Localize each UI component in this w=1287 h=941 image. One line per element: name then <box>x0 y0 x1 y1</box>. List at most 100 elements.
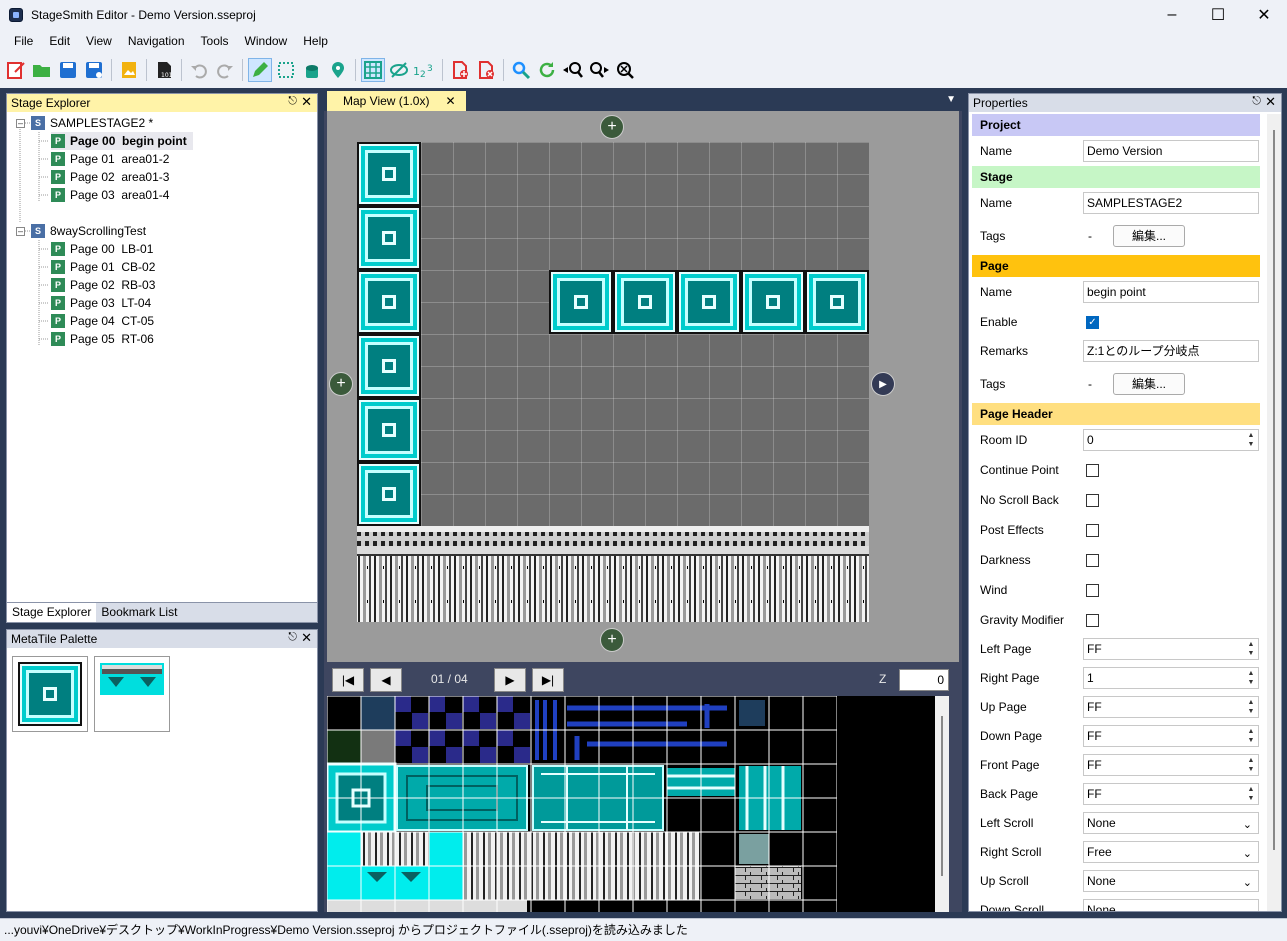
menu-window[interactable]: Window <box>237 30 296 52</box>
tree-page-item[interactable]: P Page 04 CT-05 <box>51 312 154 330</box>
refresh-icon[interactable] <box>535 58 559 82</box>
up-page-field[interactable]: FF ▲ ▼ <box>1083 696 1259 718</box>
properties-scrollbar[interactable] <box>1267 114 1281 911</box>
save-icon[interactable] <box>56 58 80 82</box>
open-folder-icon[interactable] <box>30 58 54 82</box>
no-scroll-back-checkbox[interactable] <box>1086 493 1099 507</box>
gravity-modifier-checkbox[interactable] <box>1086 613 1099 627</box>
goto-right-page-button[interactable]: ▶ <box>871 372 895 396</box>
menu-tools[interactable]: Tools <box>193 30 237 52</box>
close-icon[interactable]: ✕ <box>301 94 312 110</box>
front-page-field[interactable]: FF ▲ ▼ <box>1083 754 1259 776</box>
menu-file[interactable]: File <box>6 30 41 52</box>
tab-stage-explorer[interactable]: Stage Explorer <box>7 603 97 622</box>
spinner-icon[interactable]: ▲ ▼ <box>1245 640 1257 658</box>
grid-toggle-icon[interactable] <box>361 58 385 82</box>
prev-page-button[interactable]: ◀ <box>370 668 402 692</box>
metatile-conveyor[interactable] <box>94 656 170 732</box>
pin-icon[interactable]: ⎋ <box>1252 95 1261 108</box>
close-icon[interactable]: ✕ <box>1265 94 1276 110</box>
spinner-icon[interactable]: ▲ ▼ <box>1245 698 1257 716</box>
spinner-icon[interactable]: ▲ ▼ <box>1245 756 1257 774</box>
continue-point-checkbox[interactable] <box>1086 463 1099 477</box>
tab-bookmark-list[interactable]: Bookmark List <box>96 603 182 622</box>
add-page-up-button[interactable]: + <box>600 115 624 139</box>
tree-page-item[interactable]: P Page 03 area01-4 <box>51 186 169 204</box>
map-tile[interactable] <box>805 270 869 334</box>
redo-icon[interactable] <box>213 58 237 82</box>
spinner-icon[interactable]: ▲ ▼ <box>1245 785 1257 803</box>
export-binary-icon[interactable]: 101 <box>152 58 176 82</box>
add-page-down-button[interactable]: + <box>600 628 624 652</box>
zoom-in-icon[interactable] <box>587 58 611 82</box>
fill-bucket-icon[interactable] <box>300 58 324 82</box>
remove-page-icon[interactable] <box>474 58 498 82</box>
add-page-left-button[interactable]: + <box>329 372 353 396</box>
z-input[interactable]: 0 <box>899 669 949 691</box>
menu-view[interactable]: View <box>78 30 120 52</box>
add-page-icon[interactable] <box>448 58 472 82</box>
room-id-field[interactable]: 0 ▲ ▼ <box>1083 429 1259 451</box>
pin-icon[interactable]: ⎋ <box>288 631 297 644</box>
zoom-out-icon[interactable] <box>561 58 585 82</box>
map-tile[interactable] <box>741 270 805 334</box>
remarks-field[interactable]: Z:1とのループ分岐点 <box>1083 340 1259 362</box>
export-image-icon[interactable] <box>117 58 141 82</box>
left-scroll-select[interactable]: None ⌄ <box>1083 812 1259 834</box>
maximize-button[interactable]: ☐ <box>1195 0 1241 30</box>
collapse-toggle[interactable]: – <box>16 119 25 128</box>
tree-page-item[interactable]: P Page 01 CB-02 <box>51 258 155 276</box>
spinner-icon[interactable]: ▲ ▼ <box>1245 727 1257 745</box>
close-window-button[interactable]: ✕ <box>1241 0 1287 30</box>
select-rect-icon[interactable] <box>274 58 298 82</box>
last-page-button[interactable]: ▶| <box>532 668 564 692</box>
spinner-icon[interactable]: ▲ ▼ <box>1245 669 1257 687</box>
map-tile[interactable] <box>357 462 421 526</box>
pin-icon[interactable]: ⎋ <box>288 95 297 108</box>
metatile-block[interactable] <box>12 656 88 732</box>
enable-checkbox[interactable]: ✓ <box>1086 315 1099 329</box>
menu-navigation[interactable]: Navigation <box>120 30 193 52</box>
post-effects-checkbox[interactable] <box>1086 523 1099 537</box>
close-icon[interactable]: ✕ <box>301 630 312 646</box>
left-page-field[interactable]: FF ▲ ▼ <box>1083 638 1259 660</box>
map-tile[interactable] <box>613 270 677 334</box>
down-scroll-select[interactable]: None ⌄ <box>1083 899 1259 911</box>
tilesheet-scrollbar[interactable] <box>935 696 949 912</box>
scrollbar-thumb[interactable] <box>1273 130 1275 850</box>
location-pin-icon[interactable] <box>326 58 350 82</box>
category-page-header[interactable]: Page Header <box>972 403 1260 425</box>
undo-icon[interactable] <box>187 58 211 82</box>
map-tile[interactable] <box>549 270 613 334</box>
project-name-field[interactable]: Demo Version <box>1083 140 1259 162</box>
tree-page-item[interactable]: P Page 05 RT-06 <box>51 330 154 348</box>
map-tile[interactable] <box>357 206 421 270</box>
tree-stage-item[interactable]: S 8wayScrollingTest <box>31 222 146 240</box>
next-page-button[interactable]: ▶ <box>494 668 526 692</box>
search-icon[interactable] <box>509 58 533 82</box>
menu-help[interactable]: Help <box>295 30 336 52</box>
tile-sheet[interactable] <box>327 696 949 912</box>
tree-page-item-selected[interactable]: P Page 00 begin point <box>51 132 193 150</box>
spinner-icon[interactable]: ▲ ▼ <box>1245 431 1257 449</box>
tree-stage-item[interactable]: S SAMPLESTAGE2 * <box>31 114 153 132</box>
category-stage[interactable]: Stage <box>972 166 1260 188</box>
right-scroll-select[interactable]: Free ⌄ <box>1083 841 1259 863</box>
visibility-toggle-icon[interactable] <box>387 58 411 82</box>
right-page-field[interactable]: 1 ▲ ▼ <box>1083 667 1259 689</box>
category-page[interactable]: Page <box>972 255 1260 277</box>
stage-name-field[interactable]: SAMPLESTAGE2 <box>1083 192 1259 214</box>
map-tile[interactable] <box>357 142 421 206</box>
map-tile[interactable] <box>357 334 421 398</box>
collapse-toggle[interactable]: – <box>16 227 25 236</box>
new-project-icon[interactable] <box>4 58 28 82</box>
category-project[interactable]: Project <box>972 114 1260 136</box>
pencil-tool-icon[interactable] <box>248 58 272 82</box>
chevron-down-icon[interactable]: ▼ <box>946 94 956 105</box>
map-tile[interactable] <box>357 398 421 462</box>
edit-stage-tags-button[interactable]: 編集... <box>1113 225 1185 247</box>
map-tile[interactable] <box>677 270 741 334</box>
first-page-button[interactable]: |◀ <box>332 668 364 692</box>
save-all-icon[interactable] <box>82 58 106 82</box>
numbering-icon[interactable]: 123 <box>413 58 437 82</box>
